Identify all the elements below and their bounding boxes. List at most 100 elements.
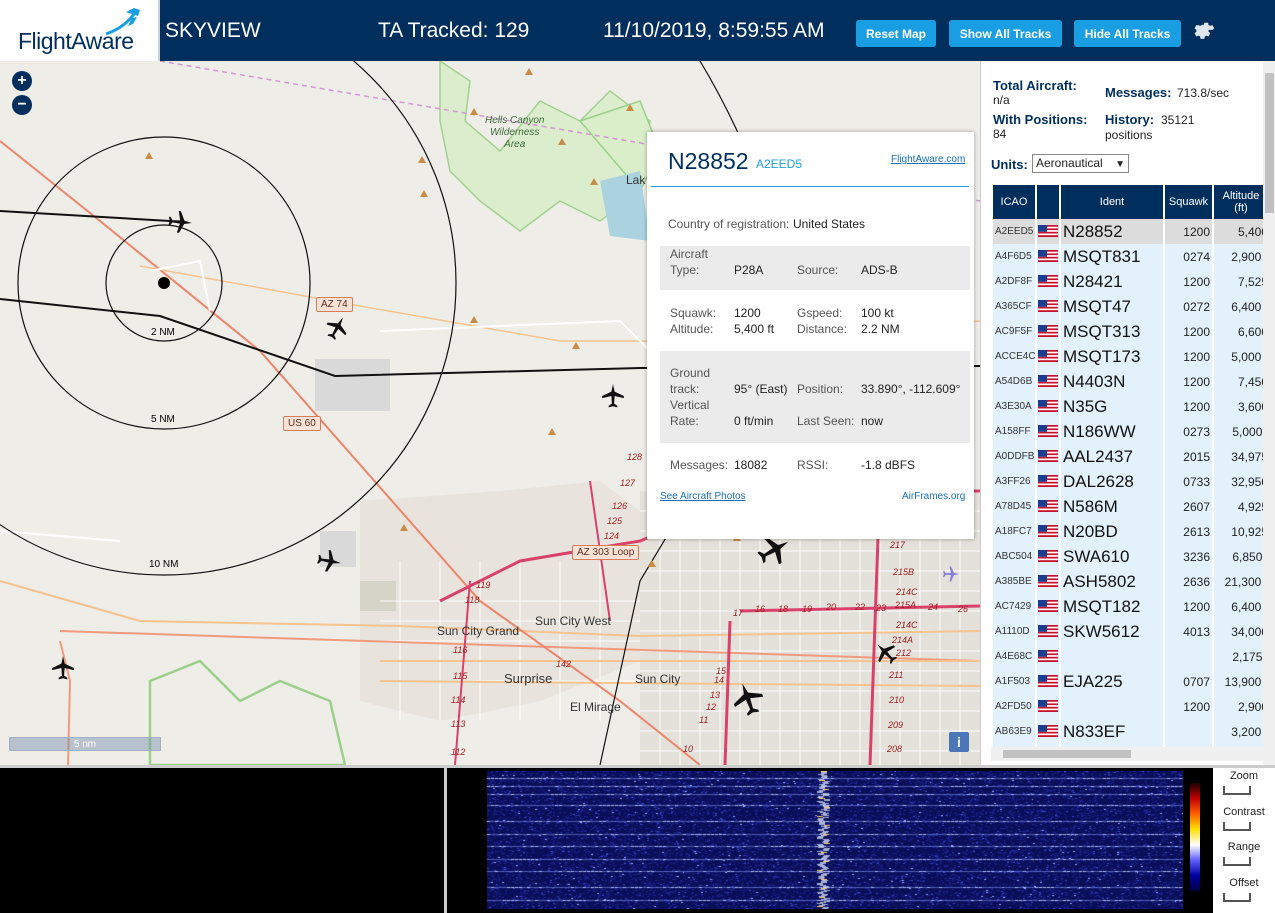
table-row[interactable]: A2FD50 12002,900 xyxy=(993,694,1263,719)
table-row[interactable]: A3E30A N35G12003,600 xyxy=(993,394,1263,419)
route-number: 113 xyxy=(451,719,466,729)
chevron-down-icon: ▼ xyxy=(1115,159,1125,170)
table-row[interactable]: A0DDFB AAL2437201534,975 xyxy=(993,444,1263,469)
row-icao: A385BE xyxy=(993,569,1037,594)
aircraft-marker[interactable] xyxy=(730,681,766,717)
aircraft-type-label: Aircraft Type: xyxy=(670,247,709,277)
reset-map-button[interactable]: Reset Map xyxy=(856,20,936,47)
aircraft-marker[interactable] xyxy=(600,383,626,409)
column-header-ident[interactable]: Ident xyxy=(1060,185,1165,219)
route-number: 214C xyxy=(896,587,918,597)
column-header-flag[interactable] xyxy=(1036,185,1061,219)
row-flag xyxy=(1036,469,1061,494)
row-ident: N28852 xyxy=(1060,219,1165,244)
waterfall-display[interactable] xyxy=(487,771,1183,909)
route-number: 10 xyxy=(683,744,694,754)
scrollbar-thumb[interactable] xyxy=(1265,73,1274,213)
offset-slider[interactable] xyxy=(1223,893,1251,902)
zoom-in-button[interactable]: + xyxy=(12,71,32,91)
column-header-squawk[interactable]: Squawk xyxy=(1164,185,1214,219)
row-ident: SKW5612 xyxy=(1060,619,1165,644)
tracked-count: TA Tracked: 129 xyxy=(378,19,530,42)
row-altitude: 2,900 xyxy=(1213,694,1263,719)
table-row[interactable]: A158FF N186WW02735,000 ' xyxy=(993,419,1263,444)
aircraft-marker[interactable] xyxy=(50,655,76,681)
table-row[interactable]: A3FF26 DAL2628073332,950 xyxy=(993,469,1263,494)
source-value: ADS-B xyxy=(861,263,898,277)
aircraft-table[interactable]: ICAO Ident Squawk Altitude (ft) A2EED5 N2… xyxy=(993,185,1263,747)
row-flag xyxy=(1036,319,1061,344)
table-row[interactable]: A4F6D5 MSQT83102742,900 . xyxy=(993,244,1263,269)
route-number: 128 xyxy=(627,452,643,462)
horizontal-scrollbar[interactable] xyxy=(991,747,1263,761)
aircraft-marker[interactable] xyxy=(167,209,193,235)
row-icao: A1F503 xyxy=(993,669,1037,694)
us-flag-icon xyxy=(1038,450,1058,463)
row-icao: A3E30A xyxy=(993,394,1037,419)
table-row[interactable]: A54D6B N4403N12007,450 xyxy=(993,369,1263,394)
route-number: 124 xyxy=(604,531,620,541)
column-header-icao[interactable]: ICAO xyxy=(993,185,1037,219)
us-flag-icon xyxy=(1038,275,1058,288)
aircraft-marker[interactable] xyxy=(316,548,342,574)
table-row[interactable]: A2EED5 N2885212005,400 xyxy=(993,219,1263,244)
contrast-slider[interactable] xyxy=(1223,822,1251,831)
us-flag-icon xyxy=(1038,675,1058,688)
flightaware-link[interactable]: FlightAware.com xyxy=(891,154,965,165)
table-row[interactable]: AC7429 MSQT18212006,400 . xyxy=(993,594,1263,619)
us-flag-icon xyxy=(1038,600,1058,613)
gear-icon[interactable] xyxy=(1192,19,1216,43)
units-label: Units: xyxy=(991,157,1028,172)
table-row[interactable]: A1110D SKW5612401334,000 xyxy=(993,619,1263,644)
row-altitude: 10,925 xyxy=(1213,519,1263,544)
aircraft-marker[interactable] xyxy=(324,315,350,341)
table-row[interactable]: A365CF MSQT4702726,400 . xyxy=(993,294,1263,319)
table-row[interactable]: A1F503 EJA225070713,900 . xyxy=(993,669,1263,694)
row-squawk: 1200 xyxy=(1164,269,1214,294)
route-number: 215B xyxy=(893,567,915,577)
row-altitude: 6,600 xyxy=(1213,319,1263,344)
table-row[interactable]: A78D45 N586M26074,925 xyxy=(993,494,1263,519)
aircraft-marker[interactable] xyxy=(873,640,899,666)
popup-icao: A2EED5 xyxy=(756,157,803,171)
table-row[interactable]: ABC504 SWA61032366,850 ' xyxy=(993,544,1263,569)
row-icao: AC9F5F xyxy=(993,319,1037,344)
row-icao: ABC504 xyxy=(993,544,1037,569)
route-number: 24 xyxy=(928,602,939,612)
route-number: 26 xyxy=(958,604,969,614)
position-value: 33.890°, -112.609° xyxy=(861,382,961,396)
skyview-app: FlightAware SKYVIEW TA Tracked: 129 11/1… xyxy=(0,0,1275,913)
units-select[interactable]: Aeronautical ▼ xyxy=(1032,154,1129,173)
map-info-button[interactable]: i xyxy=(949,732,969,752)
table-row[interactable]: A385BE ASH5802263621,300 . xyxy=(993,569,1263,594)
us-flag-icon xyxy=(1038,425,1058,438)
table-row[interactable]: A4E68C 2,175 ' xyxy=(993,644,1263,669)
aircraft-photos-link[interactable]: See Aircraft Photos xyxy=(660,491,746,502)
route-number: 125 xyxy=(607,516,623,526)
zoom-slider[interactable] xyxy=(1223,786,1251,795)
zoom-out-button[interactable]: − xyxy=(12,95,32,115)
route-number: 119 xyxy=(476,580,491,590)
row-flag xyxy=(1036,544,1061,569)
scrollbar-thumb[interactable] xyxy=(1003,750,1131,758)
vertical-scrollbar[interactable] xyxy=(1263,61,1275,765)
aircraft-type-value: P28A xyxy=(734,263,764,277)
hide-all-tracks-button[interactable]: Hide All Tracks xyxy=(1074,20,1181,47)
row-altitude: 6,400 . xyxy=(1213,294,1263,319)
column-header-altitude[interactable]: Altitude (ft) xyxy=(1213,185,1263,219)
table-row[interactable]: AB63E9 N833EF 3,200 . xyxy=(993,719,1263,744)
table-row[interactable]: ACCE4C MSQT17312005,000 . xyxy=(993,344,1263,369)
range-slider[interactable] xyxy=(1223,857,1251,866)
map-view[interactable]: + − Hells Canyon Wilderness Area Lak 2 N… xyxy=(0,61,980,765)
airframes-link[interactable]: AirFrames.org xyxy=(902,491,965,502)
table-row[interactable]: A2DF8F N2842112007,525 xyxy=(993,269,1263,294)
table-row[interactable]: A18FC7 N20BD261310,925 xyxy=(993,519,1263,544)
flightaware-logo[interactable]: FlightAware xyxy=(0,0,160,61)
table-row[interactable]: AC9F5F MSQT31312006,600 xyxy=(993,319,1263,344)
show-all-tracks-button[interactable]: Show All Tracks xyxy=(949,20,1062,47)
row-squawk: 0272 xyxy=(1164,294,1214,319)
row-squawk: 4013 xyxy=(1164,619,1214,644)
row-flag xyxy=(1036,494,1061,519)
row-altitude: 7,525 xyxy=(1213,269,1263,294)
route-number: 17 xyxy=(733,608,744,618)
